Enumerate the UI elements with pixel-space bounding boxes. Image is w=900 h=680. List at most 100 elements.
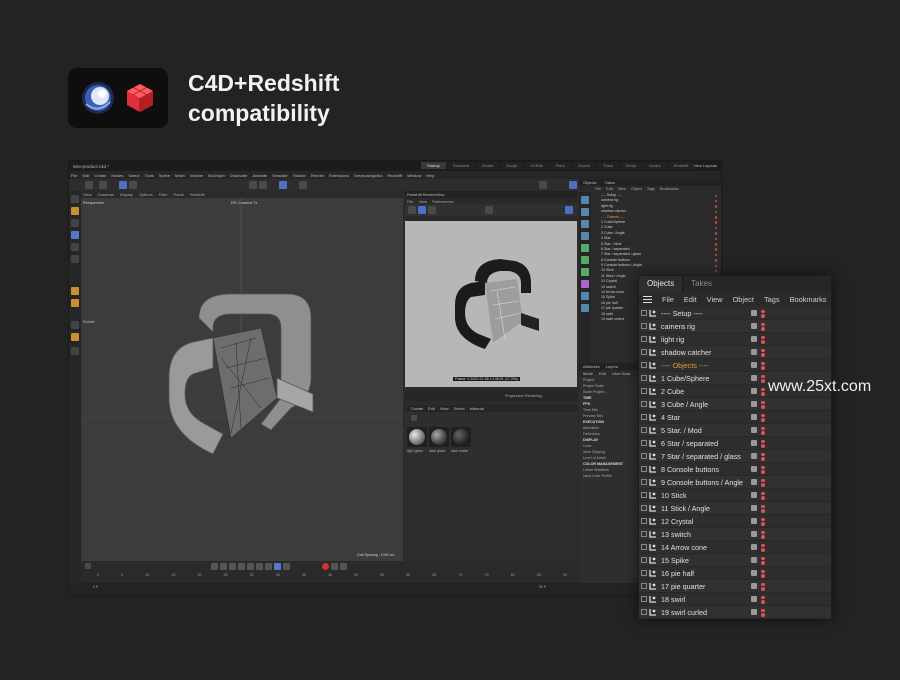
menu-item[interactable]: Create (94, 173, 106, 178)
next-key-icon[interactable] (256, 563, 263, 570)
material-menu-item[interactable]: Select (454, 406, 465, 411)
editor-visibility-dot[interactable] (761, 517, 765, 521)
expand-icon[interactable] (641, 388, 647, 394)
expand-icon[interactable] (641, 323, 647, 329)
cloner-icon[interactable] (581, 256, 589, 264)
object-row[interactable]: 16 pie half (639, 567, 831, 580)
points-mode-icon[interactable] (129, 181, 137, 189)
expand-icon[interactable] (641, 375, 647, 381)
editor-visibility-dot[interactable] (761, 413, 765, 417)
object-row[interactable]: 13 switch (639, 528, 831, 541)
expand-icon[interactable] (641, 557, 647, 563)
object-row[interactable]: 4 Star (639, 411, 831, 424)
visibility-dot[interactable] (714, 259, 717, 262)
keyframe-icon[interactable] (85, 563, 91, 569)
layer-checkbox-icon[interactable] (751, 375, 757, 381)
material-swatch[interactable] (429, 427, 449, 447)
layer-checkbox-icon[interactable] (751, 388, 757, 394)
expand-icon[interactable] (641, 492, 647, 498)
visibility-dot[interactable] (714, 269, 717, 273)
visibility-dot[interactable] (714, 226, 717, 230)
expand-icon[interactable] (641, 531, 647, 537)
snap-icon[interactable] (539, 181, 547, 189)
layer-checkbox-icon[interactable] (751, 453, 757, 459)
menu-item[interactable]: File (71, 173, 77, 178)
object-row[interactable]: 19 swirl curled (639, 606, 831, 619)
object-row[interactable]: ---- Setup ---- (639, 307, 831, 320)
editor-visibility-dot[interactable] (761, 387, 765, 391)
transform-icon[interactable] (71, 255, 79, 263)
editor-visibility-dot[interactable] (761, 361, 765, 365)
render-visibility-dot[interactable] (761, 457, 765, 461)
render-visibility-dot[interactable] (761, 509, 765, 513)
expand-icon[interactable] (641, 453, 647, 459)
generator-icon[interactable] (581, 220, 589, 228)
layer-checkbox-icon[interactable] (751, 401, 757, 407)
object-row[interactable]: 12 Crystal (639, 515, 831, 528)
render-visibility-dot[interactable] (761, 496, 765, 500)
perspective-viewport[interactable]: View Cameras Display Options Filter Pane… (81, 191, 403, 561)
expand-icon[interactable] (641, 479, 647, 485)
objects-menu-item[interactable]: Edit (606, 187, 613, 191)
layer-checkbox-icon[interactable] (751, 323, 757, 329)
go-to-start-icon[interactable] (211, 563, 218, 570)
object-row[interactable]: light rig (639, 333, 831, 346)
expand-icon[interactable] (641, 310, 647, 316)
renderview-menu-item[interactable]: View (418, 199, 427, 204)
layer-checkbox-icon[interactable] (751, 570, 757, 576)
objects-menu-item[interactable]: View (618, 187, 626, 191)
brush-icon[interactable] (71, 299, 79, 307)
tab-objects[interactable]: Objects (639, 276, 684, 292)
menu-item[interactable]: Simulate (272, 173, 288, 178)
menu-item[interactable]: Tools (145, 173, 154, 178)
menu-item[interactable]: Render (311, 173, 324, 178)
search-icon[interactable] (71, 195, 79, 203)
viewport-menu-item[interactable]: View (83, 192, 92, 197)
viewport-menu-item[interactable]: Options (139, 192, 153, 197)
move-icon[interactable] (71, 219, 79, 227)
record-icon[interactable] (322, 563, 329, 570)
layer-checkbox-icon[interactable] (751, 440, 757, 446)
scale-icon[interactable] (71, 243, 79, 251)
layout-tab[interactable]: Script (619, 162, 643, 169)
visibility-dot[interactable] (714, 248, 717, 251)
stop-icon[interactable] (428, 206, 436, 214)
expand-icon[interactable] (641, 518, 647, 524)
editor-visibility-dot[interactable] (761, 595, 765, 599)
layer-checkbox-icon[interactable] (751, 505, 757, 511)
material-swatch[interactable] (451, 427, 471, 447)
viewport-menu-item[interactable]: Cameras (98, 192, 114, 197)
object-row[interactable]: 7 Star / separated / glass (639, 450, 831, 463)
layout-tab[interactable]: Track (596, 162, 619, 169)
pen-icon[interactable] (71, 321, 79, 329)
ipr-icon[interactable] (418, 206, 426, 214)
editor-visibility-dot[interactable] (761, 335, 765, 339)
tab-objects-small[interactable]: Objects (583, 180, 597, 185)
auto-key-icon[interactable] (331, 563, 338, 570)
camera-icon[interactable] (581, 280, 589, 288)
object-row[interactable]: 8 Console buttons (639, 463, 831, 476)
menu-view[interactable]: View (707, 295, 723, 304)
editor-visibility-dot[interactable] (761, 400, 765, 404)
menu-item[interactable]: Select (128, 173, 139, 178)
deformer-icon[interactable] (581, 244, 589, 252)
attr-menu-item[interactable]: Edit (599, 371, 606, 376)
render-start-icon[interactable] (408, 206, 416, 214)
layout-tab[interactable]: Nodes (643, 162, 667, 169)
layer-checkbox-icon[interactable] (751, 336, 757, 342)
editor-visibility-dot[interactable] (761, 504, 765, 508)
menu-item[interactable]: Help (426, 173, 434, 178)
object-row[interactable]: shadow catcher (639, 346, 831, 359)
render-visibility-dot[interactable] (761, 574, 765, 578)
hamburger-menu-icon[interactable] (643, 295, 652, 304)
layer-checkbox-icon[interactable] (751, 414, 757, 420)
region-icon[interactable] (485, 206, 493, 214)
render-visibility-dot[interactable] (761, 418, 765, 422)
editor-visibility-dot[interactable] (761, 465, 765, 469)
render-visibility-dot[interactable] (761, 561, 765, 565)
object-row[interactable]: 9 Console buttons / Angle (639, 476, 831, 489)
editor-visibility-dot[interactable] (761, 309, 765, 313)
layout-tab[interactable]: Redshift (667, 162, 695, 169)
object-row[interactable]: camera rig (639, 320, 831, 333)
menu-item[interactable]: Tracker (293, 173, 306, 178)
